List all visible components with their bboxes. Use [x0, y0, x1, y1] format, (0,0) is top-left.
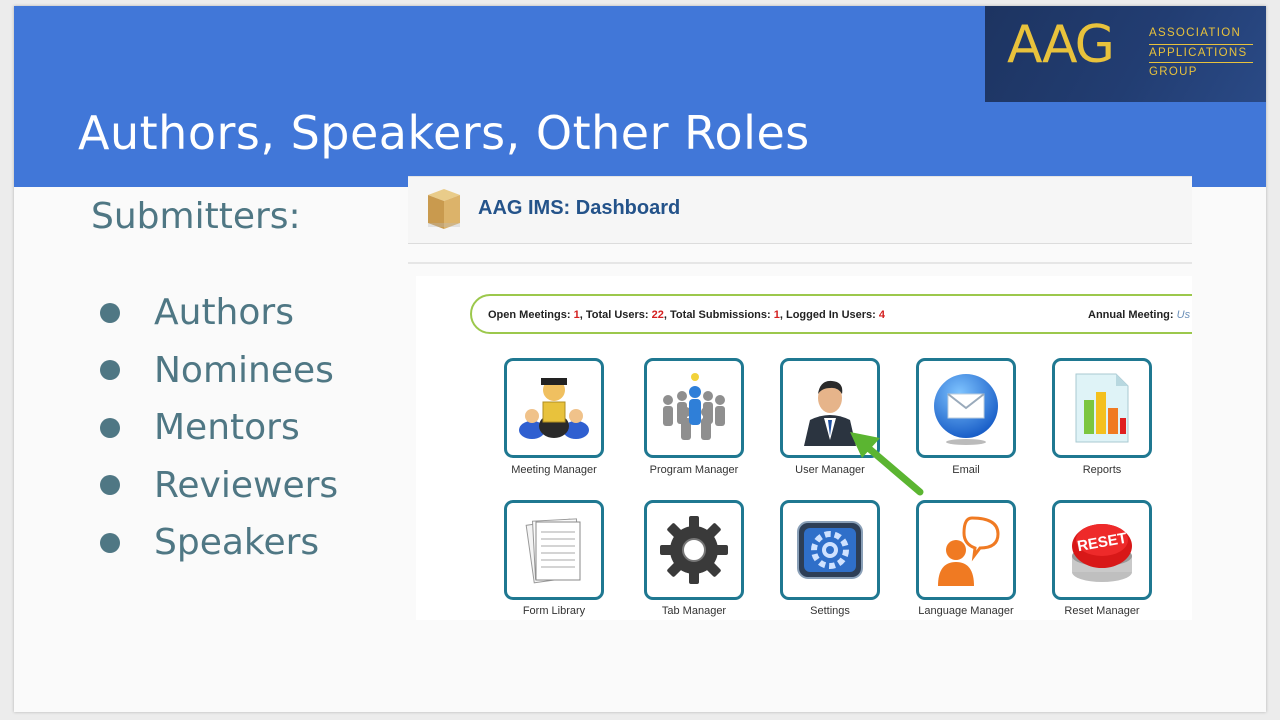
- logo-wordmark: ASSOCIATION APPLICATIONS GROUP: [1149, 26, 1253, 81]
- divider: [408, 262, 1192, 264]
- list-item: Mentors: [100, 399, 338, 457]
- stat-open-meetings: 1: [573, 309, 580, 321]
- submitters-heading: Submitters:: [91, 196, 301, 237]
- role-label: Reviewers: [154, 464, 339, 506]
- tile-label[interactable]: Form Library: [484, 605, 624, 617]
- role-label: Speakers: [154, 522, 320, 564]
- program-manager-tile[interactable]: [644, 358, 744, 458]
- logo-line: ASSOCIATION: [1149, 27, 1242, 39]
- annual-meeting: Annual Meeting: Us: [1088, 309, 1190, 321]
- role-label: Nominees: [154, 349, 334, 391]
- bullet-icon: [100, 475, 120, 496]
- reports-tile[interactable]: [1052, 358, 1152, 458]
- aag-logo: AAG ASSOCIATION APPLICATIONS GROUP: [985, 6, 1266, 102]
- box-icon: [424, 187, 464, 236]
- tile-label[interactable]: Tab Manager: [624, 605, 764, 617]
- stat-label: Logged In Users:: [785, 309, 876, 321]
- list-item: Speakers: [100, 514, 338, 572]
- logo-line: GROUP: [1149, 66, 1198, 78]
- list-item: Authors: [100, 284, 338, 342]
- language-manager-icon: [938, 516, 1000, 586]
- reports-icon: [1075, 373, 1129, 443]
- stat-total-users: 22: [651, 309, 664, 321]
- stats-bar: Open Meetings: 1, Total Users: 22, Total…: [470, 294, 1192, 334]
- stats-summary: Open Meetings: 1, Total Users: 22, Total…: [488, 309, 886, 321]
- email-icon: [934, 374, 998, 445]
- tile-label[interactable]: Reset Manager: [1032, 605, 1172, 617]
- settings-tile[interactable]: [780, 500, 880, 600]
- bullet-icon: [100, 360, 120, 381]
- dashboard-header: AAG IMS: Dashboard: [408, 176, 1192, 244]
- slide-header: Authors, Speakers, Other Roles AAG ASSOC…: [14, 6, 1266, 187]
- dashboard-title: AAG IMS: Dashboard: [478, 197, 681, 219]
- role-label: Authors: [154, 292, 294, 334]
- meeting-manager-icon: [519, 378, 589, 439]
- stat-logged-in: 4: [878, 309, 886, 321]
- logo-mark: AAG: [1007, 15, 1115, 75]
- tile-label[interactable]: Meeting Manager: [484, 464, 624, 476]
- tab-manager-tile[interactable]: [644, 500, 744, 600]
- email-tile[interactable]: [916, 358, 1016, 458]
- reset-manager-tile[interactable]: RESET: [1052, 500, 1152, 600]
- program-manager-icon: [663, 373, 725, 440]
- dashboard-body: Open Meetings: 1, Total Users: 22, Total…: [416, 276, 1192, 620]
- form-library-tile[interactable]: [504, 500, 604, 600]
- tile-label[interactable]: Settings: [760, 605, 900, 617]
- bullet-icon: [100, 302, 120, 323]
- settings-icon: [797, 521, 863, 579]
- annual-meeting-label: Annual Meeting:: [1088, 309, 1174, 321]
- pointer-arrow-icon: [850, 432, 924, 496]
- roles-list: Authors Nominees Mentors Reviewers Speak…: [100, 284, 338, 572]
- meeting-manager-tile[interactable]: [504, 358, 604, 458]
- bullet-icon: [100, 417, 120, 438]
- slide-title: Authors, Speakers, Other Roles: [78, 106, 810, 160]
- tile-label[interactable]: Program Manager: [624, 464, 764, 476]
- stat-total-submissions: 1: [773, 309, 780, 321]
- language-manager-tile[interactable]: [916, 500, 1016, 600]
- list-item: Reviewers: [100, 457, 338, 515]
- stat-label: Total Users:: [585, 309, 649, 321]
- list-item: Nominees: [100, 342, 338, 400]
- form-library-icon: [525, 518, 581, 584]
- reset-manager-icon: RESET: [1072, 524, 1132, 582]
- tile-label[interactable]: Language Manager: [896, 605, 1036, 617]
- tab-manager-icon: [660, 516, 728, 584]
- tile-label[interactable]: Reports: [1032, 464, 1172, 476]
- role-label: Mentors: [154, 407, 300, 449]
- bullet-icon: [100, 532, 120, 553]
- annual-meeting-value[interactable]: Us: [1177, 309, 1190, 321]
- logo-line: APPLICATIONS: [1149, 43, 1253, 63]
- stat-label: Open Meetings:: [488, 309, 571, 321]
- stat-label: Total Submissions:: [670, 309, 771, 321]
